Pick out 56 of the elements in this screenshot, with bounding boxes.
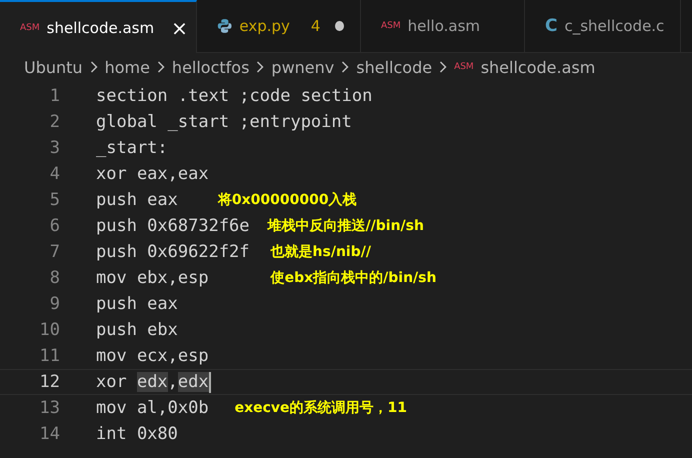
code-line: push 0x69622f2f [96,242,250,262]
code-line: xor edx,edx [96,372,211,392]
chevron-icon [90,61,98,73]
code-line: xor eax,eax [96,164,209,184]
code-line: push ebx [96,320,178,340]
line-number: 3 [48,138,60,158]
line-number: 14 [38,424,60,444]
chevron-icon [439,61,448,73]
breadcrumb-item[interactable]: Ubuntu [24,58,83,76]
line-number: 12 [38,372,60,392]
breadcrumb-item[interactable]: home [104,58,150,76]
code-line: push eax [96,294,178,314]
code-annotation: 堆栈中反向推送//bin/sh [268,217,424,235]
asm-file-icon: ASM [20,22,40,32]
editor-tab[interactable]: C c_shellcode.c [525,0,682,52]
line-number: 10 [38,320,60,340]
editor-tab[interactable]: ASM hello.asm [361,0,525,52]
line-number: 9 [48,294,60,314]
code-line: mov al,0x0b [96,398,209,418]
line-number: 6 [48,216,60,236]
editor-tab[interactable]: ASM shellcode.asm × [0,0,197,53]
line-number: 11 [38,346,60,366]
python-icon [217,17,232,35]
code-annotation: 使ebx指向栈中的/bin/sh [270,269,436,287]
code-line: int 0x80 [96,424,178,444]
problem-count: 4 [310,17,320,35]
line-number: 7 [48,242,60,262]
line-number: 1 [48,86,60,106]
chevron-icon [156,61,165,73]
asm-file-icon: ASM [454,62,474,72]
line-number: 8 [48,268,60,288]
close-icon[interactable]: × [171,16,188,40]
chevron-icon [256,61,264,73]
breadcrumb-item[interactable]: shellcode.asm [480,58,596,76]
line-number: 13 [38,398,60,418]
code-line: mov ecx,esp [96,346,209,366]
code-annotation: 也就是hs/nib// [270,243,371,261]
editor-tab[interactable]: exp.py 4 [197,0,361,52]
asm-file-icon: ASM [381,21,401,31]
line-number: 2 [48,112,60,132]
code-line: global _start ;entrypoint [96,112,352,132]
code-annotation: execve的系统调用号，11 [234,399,408,417]
breadcrumb-item[interactable]: shellcode [356,58,432,76]
code-line: push eax [96,190,178,210]
unsaved-dot-icon [335,21,344,31]
code-line: mov ebx,esp [96,268,209,288]
breadcrumb-item[interactable]: helloctfos [172,58,250,76]
breadcrumb-item[interactable]: pwnenv [271,58,334,76]
line-number: 5 [48,190,60,210]
code-line: push 0x68732f6e [96,216,250,236]
c-file-icon: C [545,16,558,36]
code-line: _start: [96,138,168,158]
code-line: section .text ;code section [96,86,372,106]
line-number: 4 [48,164,60,184]
code-annotation: 将0x00000000入栈 [218,191,357,209]
chevron-icon [341,61,350,73]
